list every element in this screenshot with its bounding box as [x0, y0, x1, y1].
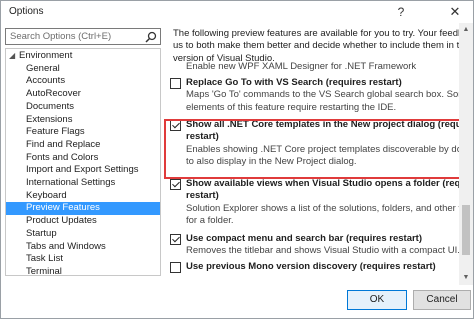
option-checkbox[interactable] [170, 179, 181, 190]
chevron-down-icon[interactable]: ◢ [9, 50, 15, 63]
preview-feature-option: Use compact menu and search bar (require… [170, 233, 459, 260]
chevron-up-icon[interactable]: ▲ [459, 23, 473, 37]
tree-item-product-updates[interactable]: Product Updates [6, 215, 160, 228]
tree-item-label: Keyboard [26, 189, 67, 201]
tree-item-feature-flags[interactable]: Feature Flags [6, 126, 160, 139]
intro-line: us to both make them better and decide w… [173, 40, 459, 52]
option-checkbox[interactable] [170, 78, 181, 89]
tree-item-label: Preview Features [26, 202, 100, 214]
option-checkbox[interactable] [170, 262, 181, 273]
tree-item-label: General [26, 62, 60, 74]
search-input[interactable]: Search Options (Ctrl+E) [5, 28, 161, 45]
option-description-line: elements of this feature require restart… [186, 101, 397, 113]
option-title-line: Replace Go To with VS Search (requires r… [186, 77, 402, 88]
tree-item-extensions[interactable]: Extensions [6, 114, 160, 127]
tree-item-startup[interactable]: Startup [6, 228, 160, 241]
tree-item-task-list[interactable]: Task List [6, 253, 160, 266]
intro-line: The following preview features are avail… [173, 28, 459, 39]
option-title-line: Use previous Mono version discovery (req… [186, 261, 436, 272]
tree-item-find-and-replace[interactable]: Find and Replace [6, 139, 160, 152]
tree-item-label: Extensions [26, 113, 73, 125]
vertical-scrollbar[interactable]: ▲ ▼ [459, 23, 473, 285]
option-checkbox[interactable] [170, 234, 181, 245]
option-title[interactable]: Show available views when Visual Studio … [186, 178, 459, 203]
search-icon [145, 31, 157, 43]
search-placeholder: Search Options (Ctrl+E) [10, 31, 112, 42]
preview-feature-option: Show available views when Visual Studio … [170, 178, 459, 229]
tree-item-autorecover[interactable]: AutoRecover [6, 88, 160, 101]
tree-item-label: Tabs and Windows [26, 240, 106, 252]
option-title[interactable]: Replace Go To with VS Search (requires r… [186, 77, 402, 89]
tree-item-label: Documents [26, 100, 75, 112]
window-title: Options [9, 6, 44, 17]
close-button[interactable]: ✕ [441, 4, 469, 20]
tree-item-label: Fonts and Colors [26, 151, 99, 163]
tree-item-label: Feature Flags [26, 126, 85, 138]
tree-item-label: Task List [26, 253, 63, 265]
title-bar: Options ? ✕ [1, 1, 473, 23]
tree-item-terminal[interactable]: Terminal [6, 265, 160, 276]
tree-item-keyboard[interactable]: Keyboard [6, 190, 160, 203]
tree-item-accounts[interactable]: Accounts [6, 75, 160, 88]
tree-item-label: Product Updates [26, 215, 97, 227]
option-description: Removes the titlebar and shows Visual St… [186, 245, 459, 257]
truncated-option-text: Enable new WPF XAML Designer for .NET Fr… [186, 61, 417, 72]
option-title-line: Show available views when Visual Studio … [186, 178, 459, 189]
tree-item-import-and-export-settings[interactable]: Import and Export Settings [6, 164, 160, 177]
tree-item-label: Terminal [26, 265, 62, 276]
highlight-box [164, 119, 461, 179]
option-title[interactable]: Use compact menu and search bar (require… [186, 233, 422, 245]
option-description-line: Removes the titlebar and shows Visual St… [186, 245, 459, 257]
option-description: Solution Explorer shows a list of the so… [186, 203, 459, 228]
option-title[interactable]: Use previous Mono version discovery (req… [186, 261, 436, 273]
tree-item-label: Find and Replace [26, 138, 101, 150]
scrollbar-thumb[interactable] [462, 205, 470, 255]
help-button[interactable]: ? [387, 4, 415, 20]
tree-item-tabs-and-windows[interactable]: Tabs and Windows [6, 241, 160, 254]
preview-feature-option: Use previous Mono version discovery (req… [170, 261, 456, 275]
tree-item-documents[interactable]: Documents [6, 101, 160, 114]
options-dialog: Options ? ✕ Search Options (Ctrl+E) ◢ Env… [0, 0, 474, 319]
tree-item-international-settings[interactable]: International Settings [6, 177, 160, 190]
tree-item-fonts-and-colors[interactable]: Fonts and Colors [6, 152, 160, 165]
tree-item-label: Startup [26, 227, 57, 239]
tree-item-label: Environment [19, 50, 73, 61]
ok-button[interactable]: OK [347, 290, 407, 310]
option-description: Maps 'Go To' commands to the VS Search g… [186, 89, 459, 114]
cancel-button[interactable]: Cancel [413, 290, 471, 310]
tree-item-label: Accounts [26, 75, 66, 87]
tree-item-environment[interactable]: ◢ Environment [6, 50, 160, 63]
option-description-line: Maps 'Go To' commands to the VS Search g… [186, 89, 459, 101]
options-tree[interactable]: ◢ Environment General Accounts AutoRecover Do… [5, 48, 161, 276]
tree-item-preview-features[interactable]: Preview Features [6, 202, 160, 216]
chevron-down-icon[interactable]: ▼ [459, 271, 473, 285]
preview-feature-option: Replace Go To with VS Search (requires r… [170, 77, 459, 116]
option-description-line: for a folder. [186, 214, 234, 226]
tree-item-label: International Settings [26, 177, 116, 188]
tree-item-label: Import and Export Settings [26, 164, 139, 176]
tree-item-general[interactable]: General [6, 63, 160, 76]
intro-text: The following preview features are avail… [173, 28, 459, 65]
option-title-line: Use compact menu and search bar (require… [186, 233, 423, 244]
option-title-line: restart) [186, 190, 219, 202]
tree-item-label: AutoRecover [26, 88, 81, 100]
option-description-line: Solution Explorer shows a list of the so… [186, 202, 459, 214]
